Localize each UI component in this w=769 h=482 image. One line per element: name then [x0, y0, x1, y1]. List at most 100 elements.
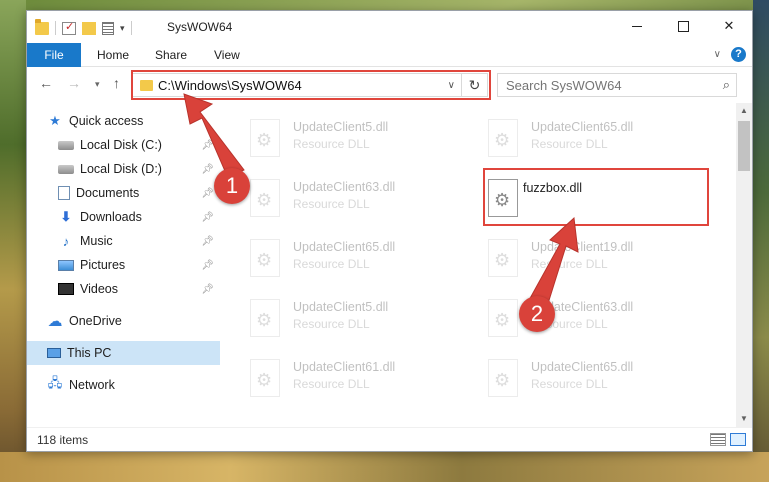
pictures-icon	[58, 259, 74, 271]
downloads-icon: ⬇	[60, 209, 72, 224]
file-name: UpdateClient63.dll	[293, 180, 396, 194]
vertical-scrollbar[interactable]: ▲ ▼	[736, 103, 752, 427]
sidebar-item-quick-access[interactable]: ★ Quick access	[27, 109, 220, 133]
pin-icon[interactable]: 📌︎	[201, 284, 214, 295]
pin-icon[interactable]: 📌︎	[201, 164, 214, 175]
help-icon[interactable]: ?	[731, 47, 746, 62]
sidebar-item-local-disk-c[interactable]: Local Disk (C:) 📌︎	[27, 133, 220, 157]
pin-icon[interactable]: 📌︎	[201, 236, 214, 247]
file-name: UpdateClient5.dll	[293, 300, 389, 314]
file-item[interactable]: ⚙ UpdateClient5.dll Resource DLL	[244, 295, 444, 347]
window-controls: ✕	[614, 11, 752, 41]
tab-view[interactable]: View	[214, 43, 240, 67]
scroll-up-icon[interactable]: ▲	[736, 103, 752, 119]
new-folder-icon[interactable]	[82, 21, 96, 35]
forward-arrow-icon[interactable]: →	[67, 75, 81, 91]
file-highlight	[483, 168, 709, 226]
up-arrow-icon[interactable]: ↑	[113, 75, 120, 91]
sidebar-item-pictures[interactable]: Pictures 📌︎	[27, 253, 220, 277]
large-icons-view-icon[interactable]	[730, 433, 746, 446]
file-type: Resource DLL	[293, 317, 370, 331]
close-button[interactable]: ✕	[706, 11, 752, 41]
tab-share[interactable]: Share	[155, 43, 187, 67]
toolbar-divider	[55, 21, 56, 35]
sidebar-item-label: Local Disk (D:)	[80, 162, 162, 176]
dll-file-icon: ⚙	[250, 299, 280, 337]
item-count: 118 items	[37, 433, 89, 447]
network-icon: 🖧︎	[47, 375, 63, 390]
sidebar-item-this-pc[interactable]: This PC	[27, 341, 220, 365]
file-item[interactable]: ⚙ UpdateClient19.dll Resource DLL	[482, 235, 682, 287]
tab-home[interactable]: Home	[97, 43, 129, 67]
videos-icon	[58, 283, 74, 295]
file-item[interactable]: ⚙ UpdateClient65.dll Resource DLL	[482, 355, 682, 407]
expand-ribbon-icon[interactable]: ∨	[714, 49, 721, 60]
file-item[interactable]: ⚙ UpdateClient5.dll Resource DLL	[244, 115, 444, 167]
status-bar: 118 items	[27, 427, 752, 451]
disk-icon	[58, 140, 74, 150]
window-title: SysWOW64	[167, 20, 233, 34]
sidebar-item-network[interactable]: 🖧︎ Network	[27, 373, 220, 397]
ribbon-tabs: File Home Share View ∨ ?	[27, 43, 752, 67]
file-name: UpdateClient5.dll	[293, 120, 389, 134]
file-type: Resource DLL	[293, 257, 370, 271]
search-input[interactable]	[498, 74, 708, 96]
dll-file-icon: ⚙	[488, 239, 518, 277]
customize-toolbar-icon[interactable]: ▾	[120, 23, 125, 34]
sidebar-item-label: Local Disk (C:)	[80, 138, 162, 152]
gear-icon: ⚙	[494, 310, 511, 330]
desktop-wallpaper-bottom	[0, 452, 769, 482]
sidebar-item-onedrive[interactable]: ☁ OneDrive	[27, 309, 220, 333]
dll-file-icon: ⚙	[250, 119, 280, 157]
file-name: UpdateClient19.dll	[531, 240, 634, 254]
sidebar-item-music[interactable]: ♪ Music 📌︎	[27, 229, 220, 253]
address-bar-highlight	[131, 70, 491, 100]
details-view-icon[interactable]	[710, 433, 726, 446]
sidebar-item-videos[interactable]: Videos 📌︎	[27, 277, 220, 301]
file-item[interactable]: ⚙ UpdateClient65.dll Resource DLL	[482, 115, 682, 167]
sidebar-item-label: OneDrive	[69, 314, 122, 328]
file-name: UpdateClient65.dll	[531, 360, 634, 374]
pin-icon[interactable]: 📌︎	[201, 188, 214, 199]
sidebar-item-label: Network	[69, 378, 115, 392]
gear-icon: ⚙	[494, 250, 511, 270]
search-icon[interactable]: ⌕	[723, 77, 730, 93]
tab-file[interactable]: File	[27, 43, 81, 67]
minimize-button[interactable]	[614, 11, 660, 41]
recent-locations-icon[interactable]: ▾	[95, 79, 100, 90]
properties-icon[interactable]	[62, 20, 76, 35]
navigation-pane: ★ Quick access Local Disk (C:) 📌︎ Local …	[27, 107, 220, 427]
gear-icon: ⚙	[494, 370, 511, 390]
scrollbar-thumb[interactable]	[738, 121, 750, 171]
file-item[interactable]: ⚙ UpdateClient65.dll Resource DLL	[244, 235, 444, 287]
dll-file-icon: ⚙	[250, 359, 280, 397]
dll-file-icon: ⚙	[488, 119, 518, 157]
search-box[interactable]: ⌕	[497, 73, 737, 97]
quick-access-toolbar: ▾	[35, 18, 132, 37]
scroll-down-icon[interactable]: ▼	[736, 411, 752, 427]
sidebar-item-label: Pictures	[80, 258, 126, 272]
ribbon-right-controls: ∨ ?	[714, 47, 746, 62]
dll-file-icon: ⚙	[488, 299, 518, 337]
sidebar-item-label: Documents	[76, 186, 140, 200]
pin-icon[interactable]: 📌︎	[201, 260, 214, 271]
sidebar-item-documents[interactable]: Documents 📌︎	[27, 181, 220, 205]
toolbar-divider	[130, 21, 132, 35]
sidebar-item-local-disk-d[interactable]: Local Disk (D:) 📌︎	[27, 157, 220, 181]
maximize-button[interactable]	[660, 11, 706, 41]
sidebar-item-label: Downloads	[80, 210, 142, 224]
sidebar-item-downloads[interactable]: ⬇ Downloads 📌︎	[27, 205, 220, 229]
file-type: Resource DLL	[293, 197, 370, 211]
folder-icon	[35, 18, 49, 35]
view-options-icon[interactable]	[102, 21, 114, 35]
gear-icon: ⚙	[494, 130, 511, 150]
pin-icon[interactable]: 📌︎	[201, 140, 214, 151]
file-item[interactable]: ⚙ UpdateClient63.dll Resource DLL	[244, 175, 444, 227]
back-arrow-icon[interactable]: ←	[39, 75, 53, 91]
pin-icon[interactable]: 📌︎	[201, 212, 214, 223]
file-item[interactable]: ⚙ UpdateClient63.dll Resource DLL	[482, 295, 682, 347]
file-type: Resource DLL	[293, 377, 370, 391]
file-type: Resource DLL	[293, 137, 370, 151]
file-item[interactable]: ⚙ UpdateClient61.dll Resource DLL	[244, 355, 444, 407]
music-icon: ♪	[62, 233, 70, 249]
